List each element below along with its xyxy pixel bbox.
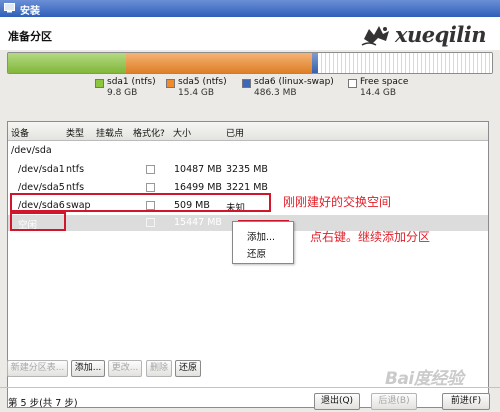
legend-size: 14.4 GB <box>360 88 397 98</box>
footer-divider <box>0 387 500 388</box>
back-button[interactable]: 后退(B) <box>371 393 417 410</box>
context-menu-add[interactable]: 添加... <box>247 229 275 243</box>
page-title: 准备分区 <box>8 30 52 43</box>
legend-swatch <box>166 79 175 88</box>
wizard-footer: 第 5 步(共 7 步) 退出(Q) 后退(B) 前进(F) <box>0 390 500 412</box>
format-checkbox[interactable] <box>146 165 155 174</box>
partition-segment-sda1 <box>8 53 127 73</box>
cell-device: /dev/sda <box>11 145 52 156</box>
cell-device: /dev/sda1 <box>18 164 65 175</box>
page-header: 准备分区 xueqilin <box>0 17 500 50</box>
delete-partition-button[interactable]: 删除 <box>146 360 172 377</box>
legend-size: 9.8 GB <box>107 88 138 98</box>
window-titlebar: 安装 <box>0 0 500 17</box>
baidu-watermark: Bai度经验 <box>385 369 464 389</box>
cell-size: 10487 MB <box>174 164 222 175</box>
table-header: 设备 类型 挂载点 格式化? 大小 已用 <box>8 122 488 141</box>
column-header-device[interactable]: 设备 <box>11 126 29 139</box>
right-click-annotation: 点右键。继续添加分区 <box>310 230 431 244</box>
window-title: 安装 <box>20 6 40 17</box>
cell-used: 3235 MB <box>226 164 268 175</box>
step-indicator: 第 5 步(共 7 步) <box>8 398 78 409</box>
table-row-sda1[interactable]: /dev/sda1 ntfs 10487 MB 3235 MB <box>8 162 488 178</box>
cell-size: 16499 MB <box>174 182 222 193</box>
partition-panel: sda1 (ntfs) 9.8 GB sda5 (ntfs) 15.4 GB s… <box>0 50 500 412</box>
column-header-used[interactable]: 已用 <box>226 126 244 139</box>
legend-size: 15.4 GB <box>178 88 215 98</box>
swap-highlight-box <box>10 193 271 212</box>
context-menu-revert[interactable]: 还原 <box>247 246 266 260</box>
format-checkbox[interactable] <box>146 183 155 192</box>
context-menu: 添加... 还原 <box>232 221 294 264</box>
legend-label: sda6 (linux-swap) <box>254 77 334 87</box>
cell-device: /dev/sda5 <box>18 182 65 193</box>
table-row-disk[interactable]: /dev/sda <box>8 143 488 159</box>
column-header-format[interactable]: 格式化? <box>133 126 165 139</box>
cell-type: ntfs <box>66 164 85 175</box>
cell-type: ntfs <box>66 182 85 193</box>
format-checkbox[interactable] <box>146 218 155 227</box>
legend-size: 486.3 MB <box>254 88 297 98</box>
revert-button[interactable]: 还原 <box>175 360 201 377</box>
legend-label: Free space <box>360 77 409 87</box>
legend-label: sda5 (ntfs) <box>178 77 227 87</box>
dragon-logo-icon <box>361 26 389 46</box>
installer-window-icon <box>4 3 15 13</box>
cell-used: 3221 MB <box>226 182 268 193</box>
column-header-type[interactable]: 类型 <box>66 126 84 139</box>
partition-usage-bar <box>7 52 493 74</box>
quit-button[interactable]: 退出(Q) <box>314 393 360 410</box>
cell-size: 15447 MB <box>174 217 222 228</box>
free-space-highlight-box <box>10 212 66 231</box>
legend-swatch <box>95 79 104 88</box>
brand-logo-text: xueqilin <box>395 22 487 47</box>
partition-legend: sda1 (ntfs) 9.8 GB sda5 (ntfs) 15.4 GB s… <box>0 77 500 103</box>
partition-segment-sda5 <box>126 53 313 73</box>
forward-button[interactable]: 前进(F) <box>442 393 490 410</box>
change-partition-button[interactable]: 更改... <box>108 360 142 377</box>
legend-swatch <box>242 79 251 88</box>
add-partition-button[interactable]: 添加... <box>71 360 105 377</box>
legend-label: sda1 (ntfs) <box>107 77 156 87</box>
new-partition-table-button[interactable]: 新建分区表... <box>7 360 68 377</box>
brand-logo: xueqilin <box>361 22 487 51</box>
legend-swatch <box>348 79 357 88</box>
column-header-mount[interactable]: 挂载点 <box>96 126 123 139</box>
partition-segment-free <box>318 53 492 73</box>
swap-annotation: 刚刚建好的交换空间 <box>283 195 392 209</box>
column-header-size[interactable]: 大小 <box>173 126 191 139</box>
